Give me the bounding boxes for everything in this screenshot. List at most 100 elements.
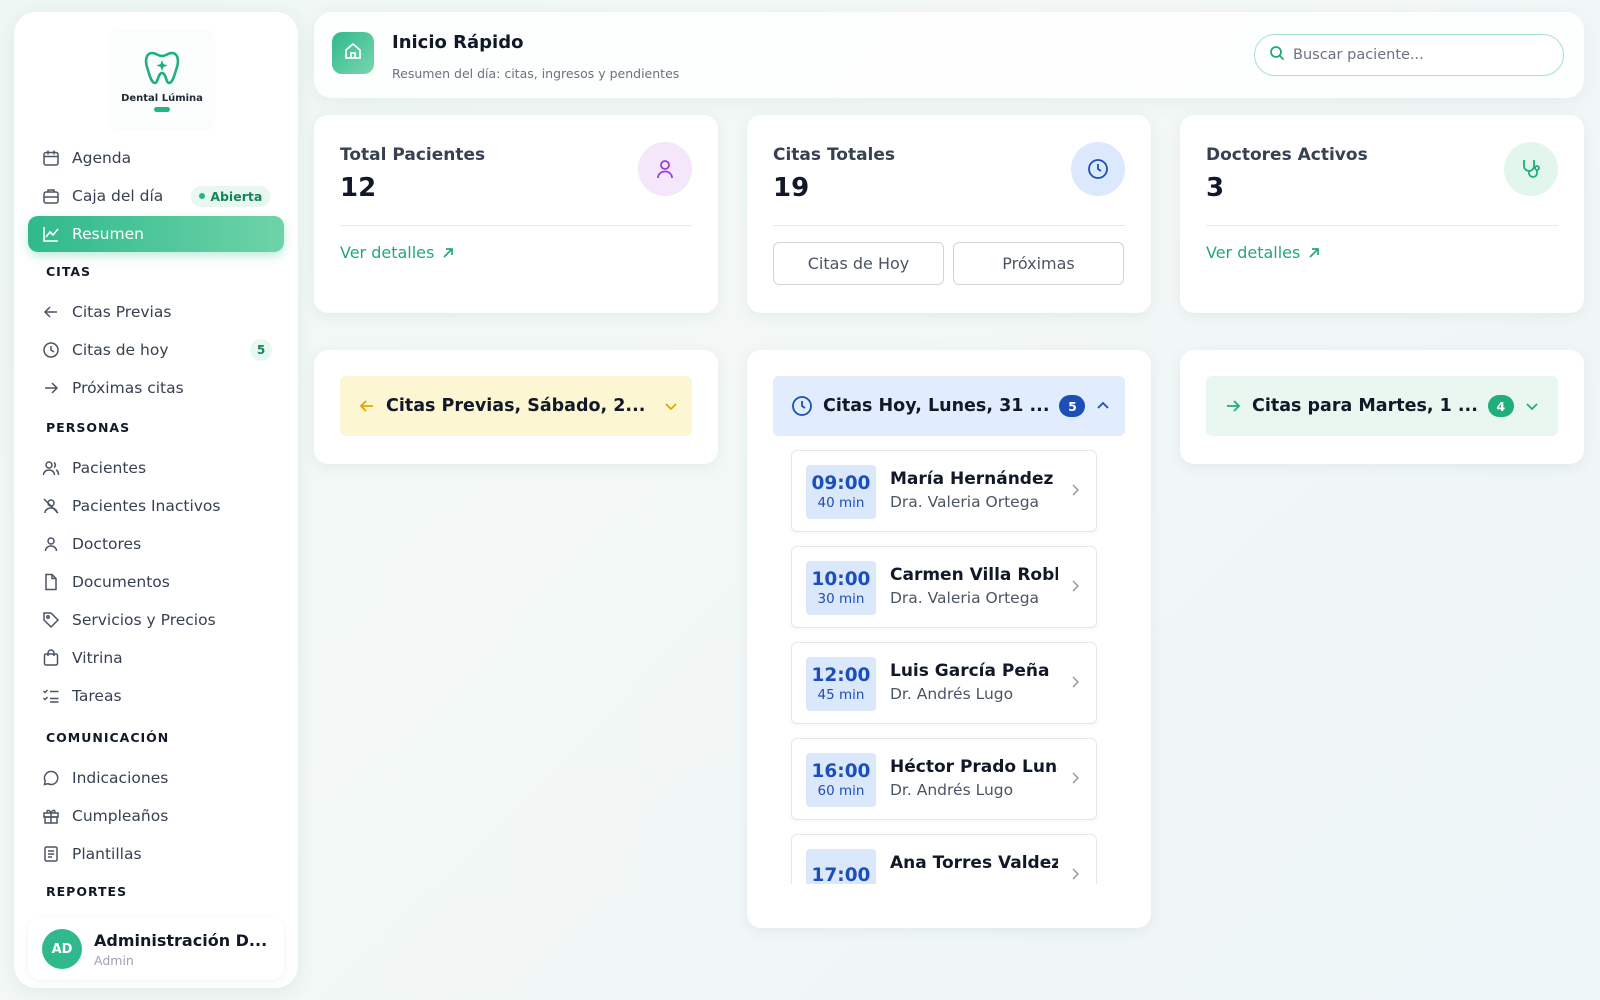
upcoming-appointments-button[interactable]: Próximas: [953, 242, 1124, 285]
view-details-link[interactable]: Ver detalles: [340, 243, 454, 262]
search-input[interactable]: [1293, 47, 1543, 63]
document-text-icon: [40, 843, 62, 865]
sidebar-item-resumen[interactable]: Resumen: [28, 216, 284, 252]
sidebar-item-label: Pacientes: [72, 459, 147, 477]
sidebar-item-doctores[interactable]: Doctores: [28, 526, 284, 562]
chevron-down-icon: [1524, 398, 1540, 414]
home-icon: [343, 41, 363, 65]
chevron-right-icon: [1068, 771, 1082, 785]
previous-appointments-toggle[interactable]: Citas Previas, Sábado, 2...: [340, 376, 692, 436]
doctor-name: Dr. Andrés Lugo: [890, 781, 1014, 799]
arrow-up-right-icon: [442, 247, 454, 259]
sidebar-item-label: Servicios y Precios: [72, 611, 216, 629]
time-block: 16:00 60 min: [806, 753, 876, 807]
stat-title: Total Pacientes: [340, 145, 486, 165]
doctor-name: Dr. Andrés Lugo: [890, 685, 1014, 703]
section-title-personas: PERSONAS: [46, 420, 131, 435]
user-role: Admin: [94, 952, 134, 968]
previous-appointments-panel: Citas Previas, Sábado, 2...: [314, 350, 718, 464]
sidebar-item-caja[interactable]: Caja del día Abierta: [28, 178, 284, 214]
sidebar-item-agenda[interactable]: Agenda: [28, 140, 284, 176]
sidebar-item-label: Plantillas: [72, 845, 142, 863]
avatar: AD: [42, 929, 82, 969]
chevron-right-icon: [1068, 483, 1082, 497]
sidebar-item-pacientes[interactable]: Pacientes: [28, 450, 284, 486]
divider: [340, 225, 692, 226]
users-icon: [40, 457, 62, 479]
sidebar-item-servicios[interactable]: Servicios y Precios: [28, 602, 284, 638]
sidebar-item-pacientes-inactivos[interactable]: Pacientes Inactivos: [28, 488, 284, 524]
sidebar-item-label: Indicaciones: [72, 769, 169, 787]
count-badge: 4: [1487, 395, 1514, 417]
arrow-right-icon: [40, 377, 62, 399]
divider: [1206, 225, 1558, 226]
sidebar-item-vitrina[interactable]: Vitrina: [28, 640, 284, 676]
sidebar-item-indicaciones[interactable]: Indicaciones: [28, 760, 284, 796]
arrow-left-icon: [358, 397, 376, 415]
chevron-right-icon: [1068, 867, 1082, 881]
stat-card-patients: Total Pacientes 12 Ver detalles: [314, 115, 718, 313]
patient-name: Carmen Villa Robles: [890, 565, 1058, 585]
panel-title: Citas para Martes, 1 ...: [1252, 396, 1478, 416]
section-title-citas: CITAS: [46, 264, 92, 279]
user-profile[interactable]: AD Administración D... Admin: [28, 918, 284, 980]
appointment-card[interactable]: 16:00 60 min Héctor Prado Luna Dr. Andrés…: [791, 738, 1097, 820]
status-badge: Abierta: [191, 185, 271, 207]
sidebar-item-label: Caja del día: [72, 187, 164, 205]
top-header: Inicio Rápido Resumen del día: citas, in…: [314, 12, 1584, 98]
user-name: Administración D...: [94, 930, 268, 950]
stat-value: 3: [1206, 173, 1225, 203]
count-badge: 5: [250, 339, 272, 361]
search-box[interactable]: [1254, 34, 1564, 76]
tag-icon: [40, 609, 62, 631]
view-details-link[interactable]: Ver detalles: [1206, 243, 1320, 262]
next-appointments-panel: Citas para Martes, 1 ... 4: [1180, 350, 1584, 464]
sidebar-item-label: Cumpleaños: [72, 807, 169, 825]
next-appointments-toggle[interactable]: Citas para Martes, 1 ... 4: [1206, 376, 1558, 436]
panel-title: Citas Previas, Sábado, 2...: [386, 396, 646, 416]
brand-name: Dental Lúmina: [121, 92, 203, 104]
sidebar-item-documentos[interactable]: Documentos: [28, 564, 284, 600]
sidebar-item-label: Vitrina: [72, 649, 123, 667]
shopping-bag-icon: [40, 647, 62, 669]
doctor-name: Dra. Valeria Ortega: [890, 493, 1040, 511]
patient-name: María Hernández: [890, 469, 1054, 489]
today-appointments-button[interactable]: Citas de Hoy: [773, 242, 944, 285]
stat-card-appointments: Citas Totales 19 Citas de Hoy Próximas: [747, 115, 1151, 313]
today-appointments-panel: Citas Hoy, Lunes, 31 ... 5 09:00 40 min M…: [747, 350, 1151, 928]
sidebar-item-proximas-citas[interactable]: Próximas citas: [28, 370, 284, 406]
checklist-icon: [40, 685, 62, 707]
brand-badge: [154, 106, 170, 112]
stat-value: 19: [773, 173, 810, 203]
appointment-card[interactable]: 09:00 40 min María Hernández Dra. Valeria…: [791, 450, 1097, 532]
sidebar-item-citas-previas[interactable]: Citas Previas: [28, 294, 284, 330]
sidebar-item-label: Tareas: [72, 687, 122, 705]
brand-logo[interactable]: Dental Lúmina: [108, 30, 216, 130]
appointment-card[interactable]: 10:0030 min Carmen Villa Robles Dra. Val…: [791, 546, 1097, 628]
stat-title: Citas Totales: [773, 145, 896, 165]
sidebar-item-label: Agenda: [72, 149, 132, 167]
sidebar-item-plantillas[interactable]: Plantillas: [28, 836, 284, 872]
divider: [773, 225, 1125, 226]
clock-icon: [1071, 142, 1125, 196]
sidebar-item-label: Citas Previas: [72, 303, 172, 321]
gift-icon: [40, 805, 62, 827]
patient-name: Ana Torres Valdez: [890, 853, 1058, 873]
sidebar-item-citas-hoy[interactable]: Citas de hoy 5: [28, 332, 284, 368]
calendar-icon: [40, 147, 62, 169]
page-subtitle: Resumen del día: citas, ingresos y pendi…: [392, 66, 680, 81]
section-title-comunicacion: COMUNICACIÓN: [46, 730, 170, 745]
sidebar-item-label: Documentos: [72, 573, 170, 591]
sidebar-item-cumpleanos[interactable]: Cumpleaños: [28, 798, 284, 834]
home-button[interactable]: [332, 32, 374, 74]
appointments-list: 09:00 40 min María Hernández Dra. Valeria…: [747, 436, 1151, 884]
appointment-card[interactable]: 12:00 45 min Luis García Peña Dr. Andrés …: [791, 642, 1097, 724]
time-block: 17:00: [806, 849, 876, 884]
count-badge: 5: [1059, 395, 1086, 417]
chevron-up-icon: [1095, 398, 1111, 414]
patient-name: Héctor Prado Luna: [890, 757, 1058, 777]
patient-name: Luis García Peña: [890, 661, 1050, 681]
appointment-card[interactable]: 17:00 Ana Torres Valdez: [791, 834, 1097, 884]
today-appointments-toggle[interactable]: Citas Hoy, Lunes, 31 ... 5: [773, 376, 1125, 436]
sidebar-item-tareas[interactable]: Tareas: [28, 678, 284, 714]
